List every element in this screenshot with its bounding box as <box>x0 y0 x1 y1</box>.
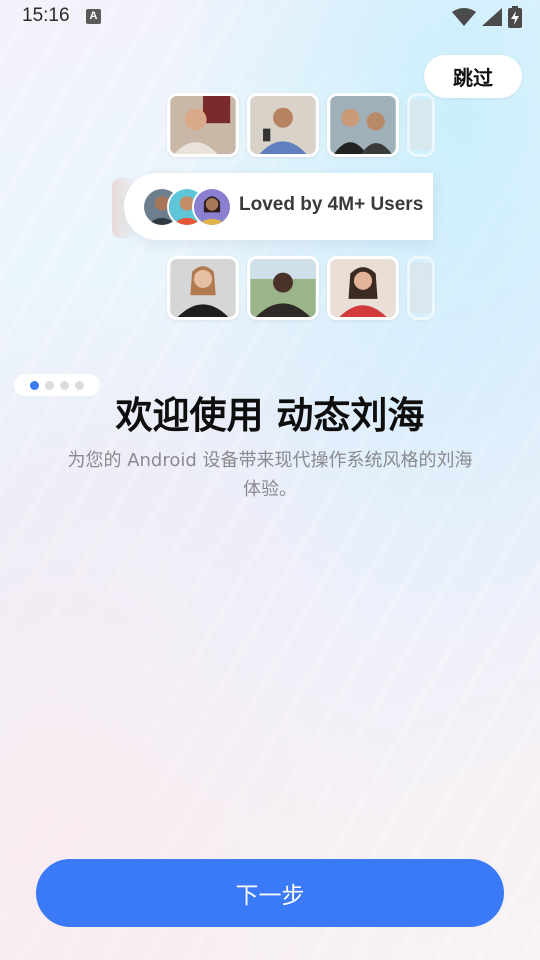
page-subtitle: 为您的 Android 设备带来现代操作系统风格的刘海体验。 <box>67 450 473 500</box>
battery-charging-icon <box>508 6 522 28</box>
next-button[interactable]: 下一步 <box>36 859 504 927</box>
user-photo <box>167 256 239 320</box>
accessibility-a-icon: A <box>86 9 101 24</box>
status-time: 15:16 <box>22 5 70 26</box>
page-title: 欢迎使用 动态刘海 <box>115 394 425 437</box>
social-proof-pill: Loved by 4M+ Users <box>124 173 433 240</box>
user-photo <box>407 93 435 157</box>
avatar <box>192 187 232 227</box>
user-photo <box>327 256 399 320</box>
user-photo <box>327 93 399 157</box>
user-photo <box>247 256 319 320</box>
user-photo <box>407 256 435 320</box>
status-bar: 15:16 A <box>0 0 540 34</box>
wifi-icon <box>452 8 476 26</box>
user-photo <box>167 93 239 157</box>
user-photo <box>247 93 319 157</box>
skip-button[interactable]: 跳过 <box>424 55 522 98</box>
system-icons <box>452 6 522 28</box>
signal-icon <box>482 8 502 26</box>
social-proof-text: Loved by 4M+ Users <box>239 194 424 215</box>
